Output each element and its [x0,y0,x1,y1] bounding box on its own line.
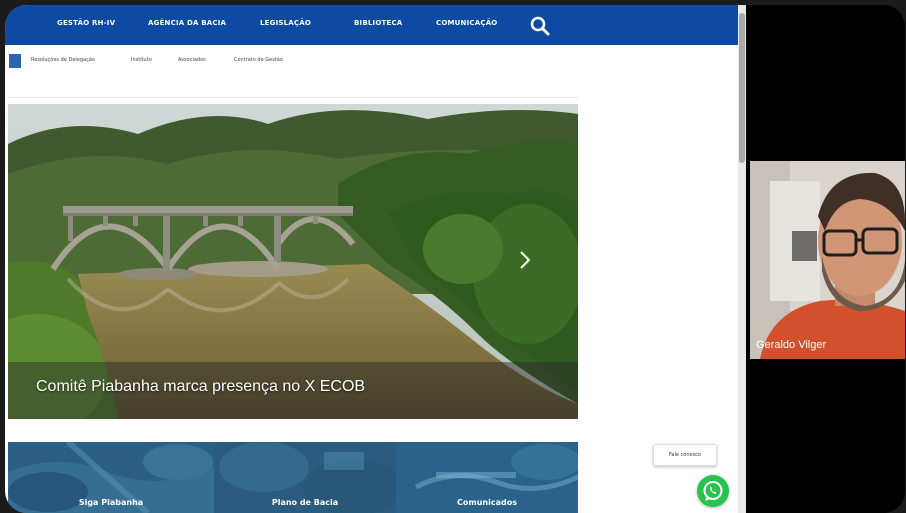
participant-video [750,161,905,359]
card-label: Siga Piabanha [78,498,144,507]
subnav-contrato[interactable]: Contrato de Gestão [234,57,283,63]
whatsapp-icon [703,481,723,501]
subnav-associados[interactable]: Associados [178,57,206,63]
nav-biblioteca[interactable]: BIBLIOTECA [354,19,402,27]
browser-scrollbar[interactable] [738,5,746,513]
nav-comunicacao[interactable]: COMUNICAÇÃO [436,19,497,27]
subnav-resolucoes[interactable]: Resoluções de Delegação [31,57,95,63]
chevron-right-icon[interactable] [518,250,532,270]
card-comunicados[interactable]: Comunicados [396,442,578,513]
participant-name: Geraldo Vilger [756,339,827,351]
top-navigation: GESTÃO RH-IV AGÊNCIA DA BACIA LEGISLAÇÃO… [5,5,738,45]
search-icon[interactable] [529,15,551,37]
card-siga-piabanha[interactable]: Siga Piabanha [8,442,214,513]
whatsapp-button[interactable] [697,475,729,507]
meeting-window: GESTÃO RH-IV AGÊNCIA DA BACIA LEGISLAÇÃO… [5,5,905,513]
site-logo-icon[interactable] [9,54,21,68]
shared-browser-screen: GESTÃO RH-IV AGÊNCIA DA BACIA LEGISLAÇÃO… [5,5,738,513]
subnav-instituto[interactable]: Instituto [131,57,152,63]
carousel-indicators [188,406,248,419]
card-plano-de-bacia[interactable]: Plano de Bacia [214,442,396,513]
nav-gestao[interactable]: GESTÃO RH-IV [57,19,115,27]
feature-cards: Siga Piabanha Plano de Bacia Comunicados [8,442,578,513]
divider [8,97,578,98]
card-label: Comunicados [457,498,517,507]
participant-video-tile[interactable]: Geraldo Vilger [750,161,905,359]
card-label: Plano de Bacia [271,498,339,507]
hero-carousel[interactable]: Comitê Piabanha marca presença no X ECOB [8,104,578,419]
scrollbar-thumb[interactable] [739,13,745,163]
nav-agencia-da-bacia[interactable]: AGÊNCIA DA BACIA [148,19,226,27]
fale-conosco-button[interactable]: Fale conosco [653,444,717,466]
nav-legislacao[interactable]: LEGISLAÇÃO [260,19,311,27]
secondary-navigation: Resoluções de Delegação Instituto Associ… [5,45,738,79]
hero-caption[interactable]: Comitê Piabanha marca presença no X ECOB [36,378,365,396]
